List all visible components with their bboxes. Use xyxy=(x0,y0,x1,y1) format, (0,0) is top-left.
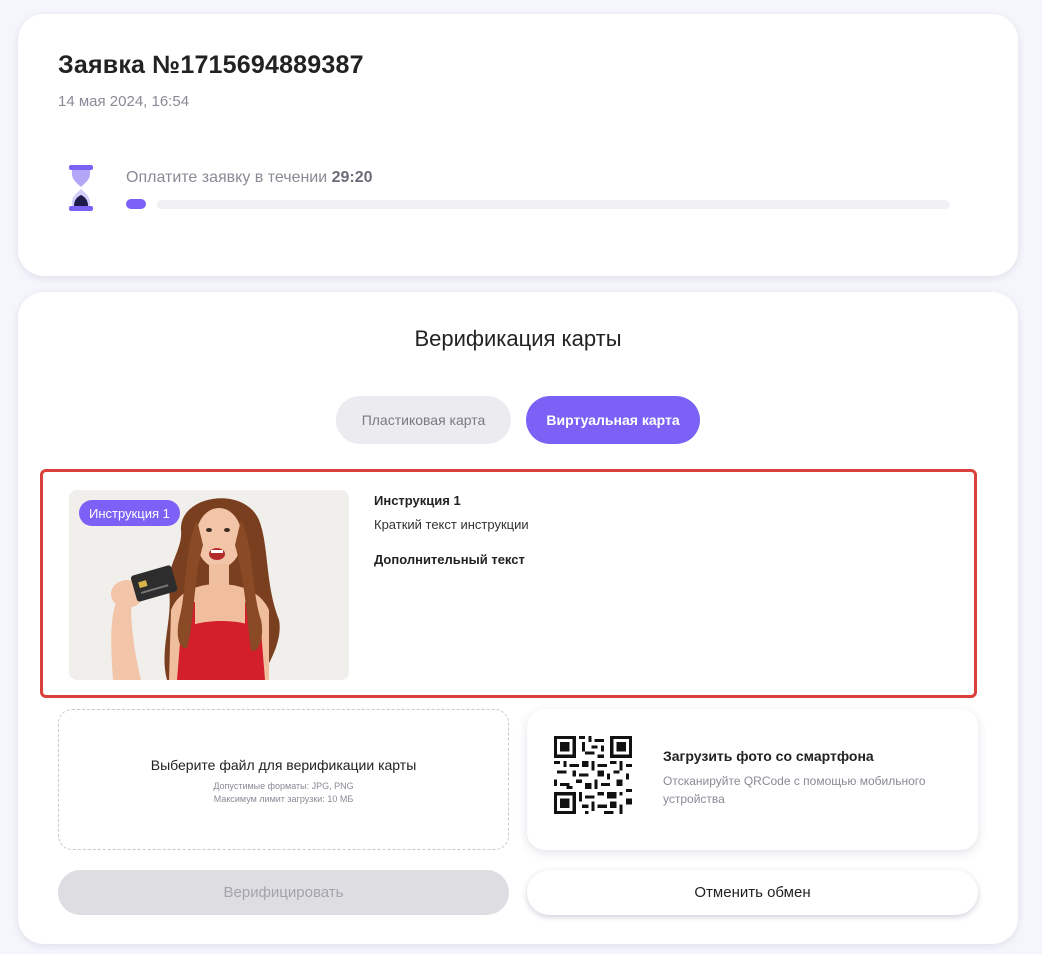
qr-description: Отсканируйте QRCode с помощью мобильного… xyxy=(663,774,926,806)
qr-title: Загрузить фото со смартфона xyxy=(663,748,874,764)
upload-limit: Максимум лимит загрузки: 10 МБ xyxy=(213,794,354,804)
order-date: 14 мая 2024, 16:54 xyxy=(58,93,190,110)
timer-value: 29:20 xyxy=(331,169,373,186)
timer-label: Оплатите заявку в течении xyxy=(126,169,332,186)
verification-card: Верификация карты Пластиковая карта Вирт… xyxy=(18,292,1018,944)
qr-code-icon xyxy=(554,736,632,814)
hourglass-icon xyxy=(69,165,93,211)
instruction-heading: Инструкция 1 xyxy=(374,493,461,508)
verify-button[interactable]: Верифицировать xyxy=(58,870,509,915)
tab-virtual-card[interactable]: Виртуальная карта xyxy=(526,396,700,444)
upload-title: Выберите файл для верификации карты xyxy=(150,757,417,773)
order-card: Заявка №1715694889387 14 мая 2024, 16:54… xyxy=(18,14,1018,276)
verification-title: Верификация карты xyxy=(414,326,622,351)
cancel-exchange-button[interactable]: Отменить обмен xyxy=(527,870,978,915)
order-title: Заявка №1715694889387 xyxy=(58,51,364,79)
upload-formats: Допустимые форматы: JPG, PNG xyxy=(213,781,354,791)
instruction-extra-text: Дополнительный текст xyxy=(374,552,525,567)
instruction-badge: Инструкция 1 xyxy=(79,500,180,526)
instruction-panel: Инструкция 1 Инструкция 1 Краткий текст … xyxy=(40,469,977,698)
instruction-image: Инструкция 1 xyxy=(69,490,349,680)
progress-track xyxy=(157,200,950,209)
payment-progress-bar xyxy=(126,199,951,209)
timer-text: Оплатите заявку в течении 29:20 xyxy=(126,169,373,187)
instruction-text: Краткий текст инструкции xyxy=(374,517,529,532)
qr-upload-panel[interactable]: Загрузить фото со смартфона Отсканируйте… xyxy=(527,709,978,850)
file-upload-dropzone[interactable]: Выберите файл для верификации карты Допу… xyxy=(58,709,509,850)
tab-plastic-card[interactable]: Пластиковая карта xyxy=(336,396,511,444)
progress-fill xyxy=(126,199,146,209)
